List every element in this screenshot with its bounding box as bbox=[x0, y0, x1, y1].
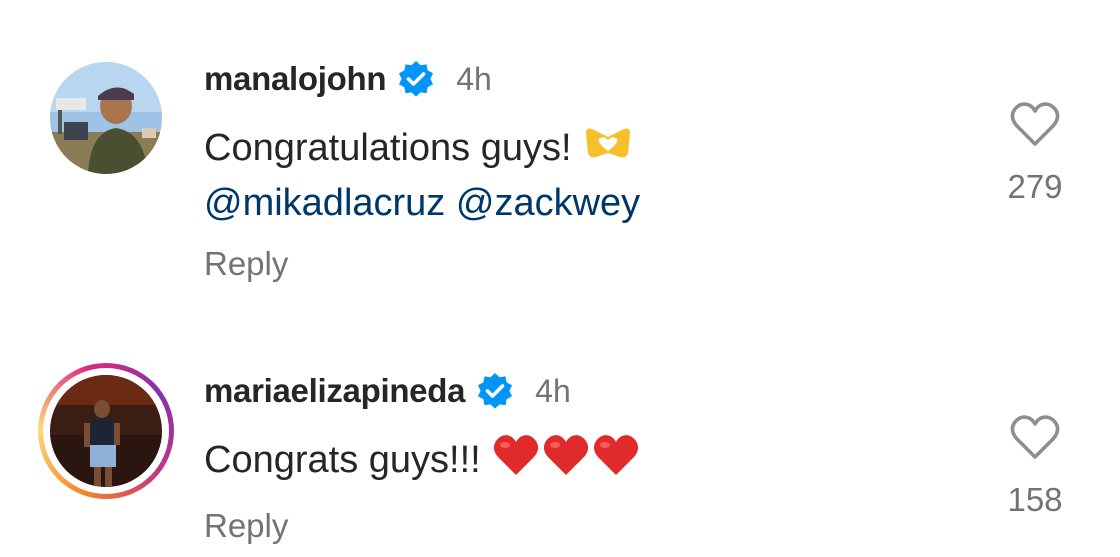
reply-button[interactable]: Reply bbox=[204, 507, 288, 545]
verified-badge-icon bbox=[396, 59, 436, 99]
red-heart-icon bbox=[591, 433, 641, 491]
reply-button[interactable]: Reply bbox=[204, 245, 288, 283]
mention-link[interactable]: @zackwey bbox=[456, 182, 640, 224]
comment-text: Congrats guys!!! bbox=[204, 433, 641, 491]
avatar-photo bbox=[50, 375, 162, 487]
heart-hands-icon bbox=[582, 123, 634, 177]
red-heart-icon bbox=[541, 433, 591, 491]
avatar[interactable] bbox=[50, 62, 162, 174]
avatar-photo bbox=[50, 62, 162, 174]
avatar-story-ring[interactable] bbox=[38, 363, 174, 499]
comment-header: manalojohn 4h bbox=[204, 57, 492, 101]
verified-badge-icon bbox=[475, 371, 515, 411]
comment-text: Congratulations guys! @mikadlacruz @zack… bbox=[204, 122, 640, 229]
comment-item: mariaelizapineda 4h Congrats guys!!! Rep… bbox=[0, 355, 1120, 557]
like-count: 279 bbox=[1007, 168, 1063, 205]
username[interactable]: manalojohn bbox=[204, 60, 386, 98]
comment-body: Congrats guys!!! bbox=[204, 439, 481, 482]
comment-body: Congratulations guys! bbox=[204, 127, 572, 169]
red-heart-icon bbox=[491, 433, 541, 491]
mention-link[interactable]: @mikadlacruz bbox=[204, 182, 445, 224]
timestamp: 4h bbox=[456, 60, 492, 97]
comment-header: mariaelizapineda 4h bbox=[204, 369, 571, 413]
username[interactable]: mariaelizapineda bbox=[204, 372, 465, 410]
like-column: 279 bbox=[990, 100, 1080, 206]
like-column: 158 bbox=[990, 413, 1080, 519]
comment-item: manalojohn 4h Congratulations guys! @mik… bbox=[0, 0, 1120, 300]
like-count: 158 bbox=[1007, 481, 1063, 518]
timestamp: 4h bbox=[535, 372, 571, 409]
like-heart-icon[interactable] bbox=[1009, 100, 1061, 148]
like-heart-icon[interactable] bbox=[1009, 413, 1061, 461]
